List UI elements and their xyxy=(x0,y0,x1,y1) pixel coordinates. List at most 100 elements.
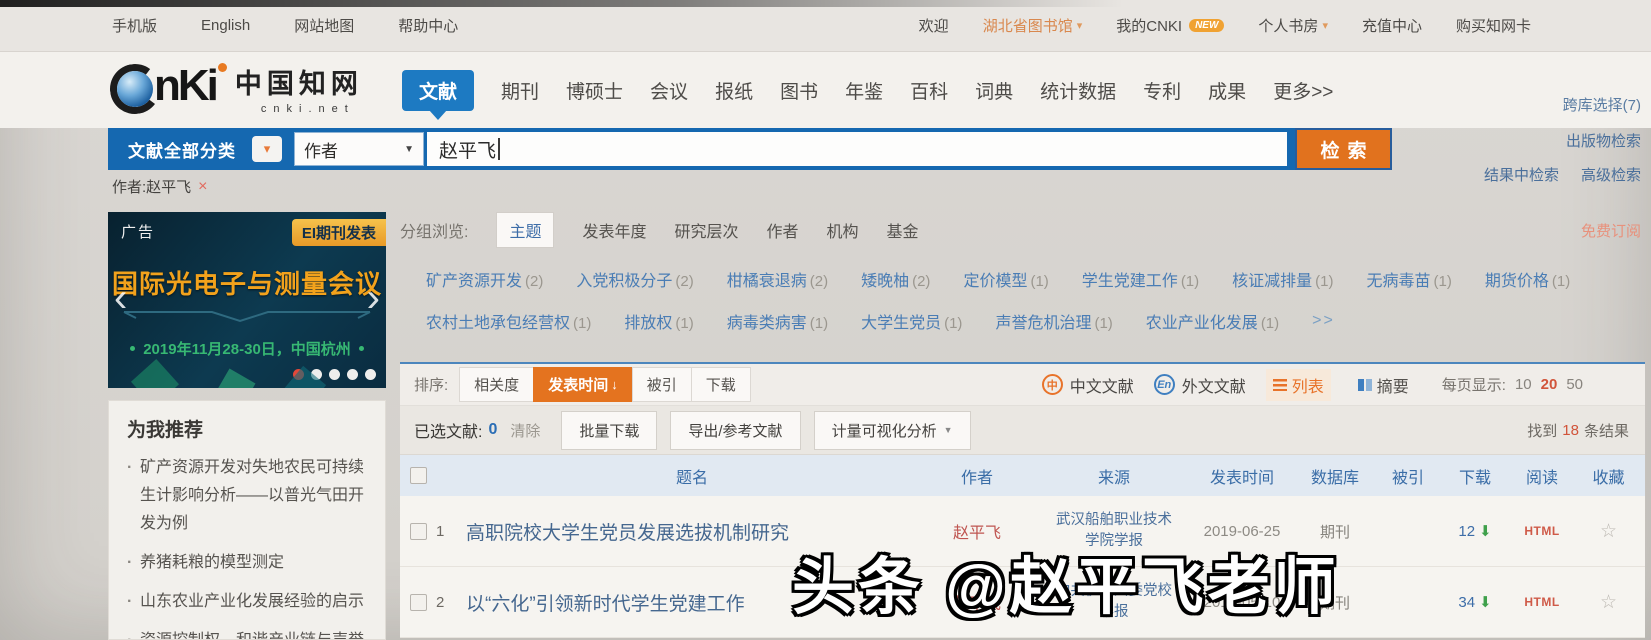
nav-tab-statistics[interactable]: 统计数据 xyxy=(1040,77,1116,104)
batch-download-button[interactable]: 批量下载 xyxy=(561,410,658,450)
col-publish-date[interactable]: 发表时间 xyxy=(1192,464,1292,488)
col-favorite[interactable]: 收藏 xyxy=(1572,464,1645,488)
col-author[interactable]: 作者 xyxy=(918,464,1036,488)
chinese-literature-toggle[interactable]: 中 中文文献 xyxy=(1041,373,1134,397)
row-checkbox[interactable] xyxy=(409,522,427,540)
my-cnki-link[interactable]: 我的CNKI NEW xyxy=(1116,15,1225,36)
nav-tab-newspaper[interactable]: 报纸 xyxy=(715,77,753,104)
ad-banner[interactable]: 广告 EI期刊发表 国际光电子与测量会议 2019年11月28-30日，中国杭州… xyxy=(108,212,386,388)
topic-link[interactable]: 病毒类病害 (1) xyxy=(727,309,828,333)
page-size-10[interactable]: 10 xyxy=(1515,376,1532,393)
nav-tab-yearbook[interactable]: 年鉴 xyxy=(845,77,883,104)
tab-publish-year[interactable]: 发表年度 xyxy=(582,218,646,242)
search-in-result-link[interactable]: 结果中检索 xyxy=(1484,164,1559,185)
buy-card-link[interactable]: 购买知网卡 xyxy=(1456,15,1531,36)
nav-tab-more[interactable]: 更多>> xyxy=(1273,77,1333,104)
nav-tab-encyclopedia[interactable]: 百科 xyxy=(910,77,948,104)
page-size-50[interactable]: 50 xyxy=(1566,376,1583,393)
cross-db-select-link[interactable]: 跨库选择(7) xyxy=(1563,94,1641,115)
recharge-center-link[interactable]: 充值中心 xyxy=(1362,15,1422,36)
nav-tab-dictionary[interactable]: 词典 xyxy=(975,77,1013,104)
nav-tab-journal[interactable]: 期刊 xyxy=(501,77,539,104)
search-input[interactable]: 赵平飞 xyxy=(427,132,1287,166)
nav-tab-literature[interactable]: 文献 xyxy=(402,70,475,111)
topic-link[interactable]: 声誉危机治理 (1) xyxy=(995,309,1112,333)
row-checkbox[interactable] xyxy=(409,593,427,611)
html-read-link[interactable]: HTML xyxy=(1512,524,1572,538)
star-icon[interactable]: ☆ xyxy=(1600,521,1617,542)
mobile-version-link[interactable]: 手机版 xyxy=(112,15,157,36)
export-reference-button[interactable]: 导出/参考文献 xyxy=(670,410,801,450)
tab-subject[interactable]: 主题 xyxy=(496,212,555,248)
sort-download-button[interactable]: 下载 xyxy=(690,367,751,402)
sort-relevance-button[interactable]: 相关度 xyxy=(459,367,535,402)
col-cited[interactable]: 被引 xyxy=(1378,464,1438,488)
clear-selection-link[interactable]: 清除 xyxy=(510,420,540,441)
sort-cited-button[interactable]: 被引 xyxy=(631,367,692,402)
nav-tab-patent[interactable]: 专利 xyxy=(1143,77,1181,104)
next-arrow-icon[interactable]: › xyxy=(367,278,380,318)
topic-link[interactable]: 柑橘衰退病 (2) xyxy=(727,267,828,291)
topic-link[interactable]: 学生党建工作 (1) xyxy=(1082,267,1199,291)
close-icon[interactable]: × xyxy=(198,178,207,196)
abstract-view-toggle[interactable]: 摘要 xyxy=(1351,369,1416,401)
topic-link[interactable]: 排放权 (1) xyxy=(624,309,693,333)
select-all-checkbox[interactable] xyxy=(409,467,427,484)
carousel-dot[interactable] xyxy=(329,369,340,380)
page-size-20[interactable]: 20 xyxy=(1541,376,1558,393)
sitemap-link[interactable]: 网站地图 xyxy=(294,15,354,36)
col-database[interactable]: 数据库 xyxy=(1292,464,1378,488)
topic-link[interactable]: 农业产业化发展 (1) xyxy=(1146,309,1279,333)
download-icon[interactable]: ⬇ xyxy=(1479,593,1492,611)
recommend-item[interactable]: 养猪耗粮的模型测定 xyxy=(127,549,373,577)
topic-link[interactable]: 期货价格 (1) xyxy=(1485,267,1570,291)
nav-tab-achievement[interactable]: 成果 xyxy=(1208,77,1246,104)
recommend-item[interactable]: 山东农业产业化发展经验的启示 xyxy=(127,588,373,616)
topic-link[interactable]: 农村土地承包经营权 (1) xyxy=(426,309,591,333)
nav-tab-conference[interactable]: 会议 xyxy=(650,77,688,104)
visual-analysis-button[interactable]: 计量可视化分析 ▼ xyxy=(813,410,971,450)
recommend-item[interactable]: 矿产资源开发对失地农民可持续生计影响分析——以普光气田开发为例 xyxy=(127,454,373,538)
tab-institution[interactable]: 机构 xyxy=(827,218,859,242)
personal-room-link[interactable]: 个人书房 ▾ xyxy=(1258,15,1328,36)
category-dropdown-button[interactable]: ▾ xyxy=(252,136,282,162)
tab-author[interactable]: 作者 xyxy=(767,218,799,242)
topics-more-link[interactable]: >> xyxy=(1312,312,1335,330)
topic-link[interactable]: 大学生党员 (1) xyxy=(861,309,962,333)
col-title[interactable]: 题名 xyxy=(466,464,918,488)
sort-publish-date-button[interactable]: 发表时间 ↓ xyxy=(533,367,633,402)
publication-search-link[interactable]: 出版物检索 xyxy=(1566,133,1641,150)
tab-fund[interactable]: 基金 xyxy=(887,218,919,242)
page-size-label: 每页显示: xyxy=(1441,377,1506,394)
foreign-literature-toggle[interactable]: En 外文文献 xyxy=(1153,373,1246,397)
advanced-search-link[interactable]: 高级检索 xyxy=(1581,164,1641,185)
topic-link[interactable]: 核证减排量 (1) xyxy=(1232,267,1333,291)
free-subscribe-link[interactable]: 免费订阅 xyxy=(1581,220,1645,241)
nav-tab-book[interactable]: 图书 xyxy=(780,77,818,104)
nav-tab-thesis[interactable]: 博硕士 xyxy=(566,77,623,104)
cnki-logo[interactable]: nKi 中国知网 cnki.net xyxy=(106,60,363,117)
list-view-toggle[interactable]: 列表 xyxy=(1265,368,1331,401)
download-icon[interactable]: ⬇ xyxy=(1479,522,1492,540)
col-read[interactable]: 阅读 xyxy=(1512,464,1572,488)
carousel-dot[interactable] xyxy=(365,369,376,380)
topic-link[interactable]: 无病毒苗 (1) xyxy=(1367,267,1452,291)
recommend-item[interactable]: 资源控制权、和谐产业链与声誉危 xyxy=(127,627,373,639)
prev-arrow-icon[interactable]: ‹ xyxy=(114,278,127,318)
topic-link[interactable]: 矿产资源开发 (2) xyxy=(426,267,543,291)
search-field-select[interactable]: 作者 ▼ xyxy=(294,132,424,166)
star-icon[interactable]: ☆ xyxy=(1600,592,1617,613)
tab-research-level[interactable]: 研究层次 xyxy=(674,218,738,242)
selected-count[interactable]: 0 xyxy=(488,421,497,439)
library-link[interactable]: 湖北省图书馆 ▾ xyxy=(983,15,1083,36)
col-download[interactable]: 下载 xyxy=(1438,464,1512,488)
english-link[interactable]: English xyxy=(201,15,250,36)
topic-link[interactable]: 定价模型 (1) xyxy=(963,267,1048,291)
topic-link[interactable]: 矮晚柚 (2) xyxy=(861,267,930,291)
carousel-dot[interactable] xyxy=(347,369,358,380)
help-center-link[interactable]: 帮助中心 xyxy=(398,15,458,36)
col-source[interactable]: 来源 xyxy=(1036,464,1192,488)
topic-link[interactable]: 入党积极分子 (2) xyxy=(576,267,693,291)
search-button[interactable]: 检索 xyxy=(1295,128,1392,170)
html-read-link[interactable]: HTML xyxy=(1512,595,1572,609)
